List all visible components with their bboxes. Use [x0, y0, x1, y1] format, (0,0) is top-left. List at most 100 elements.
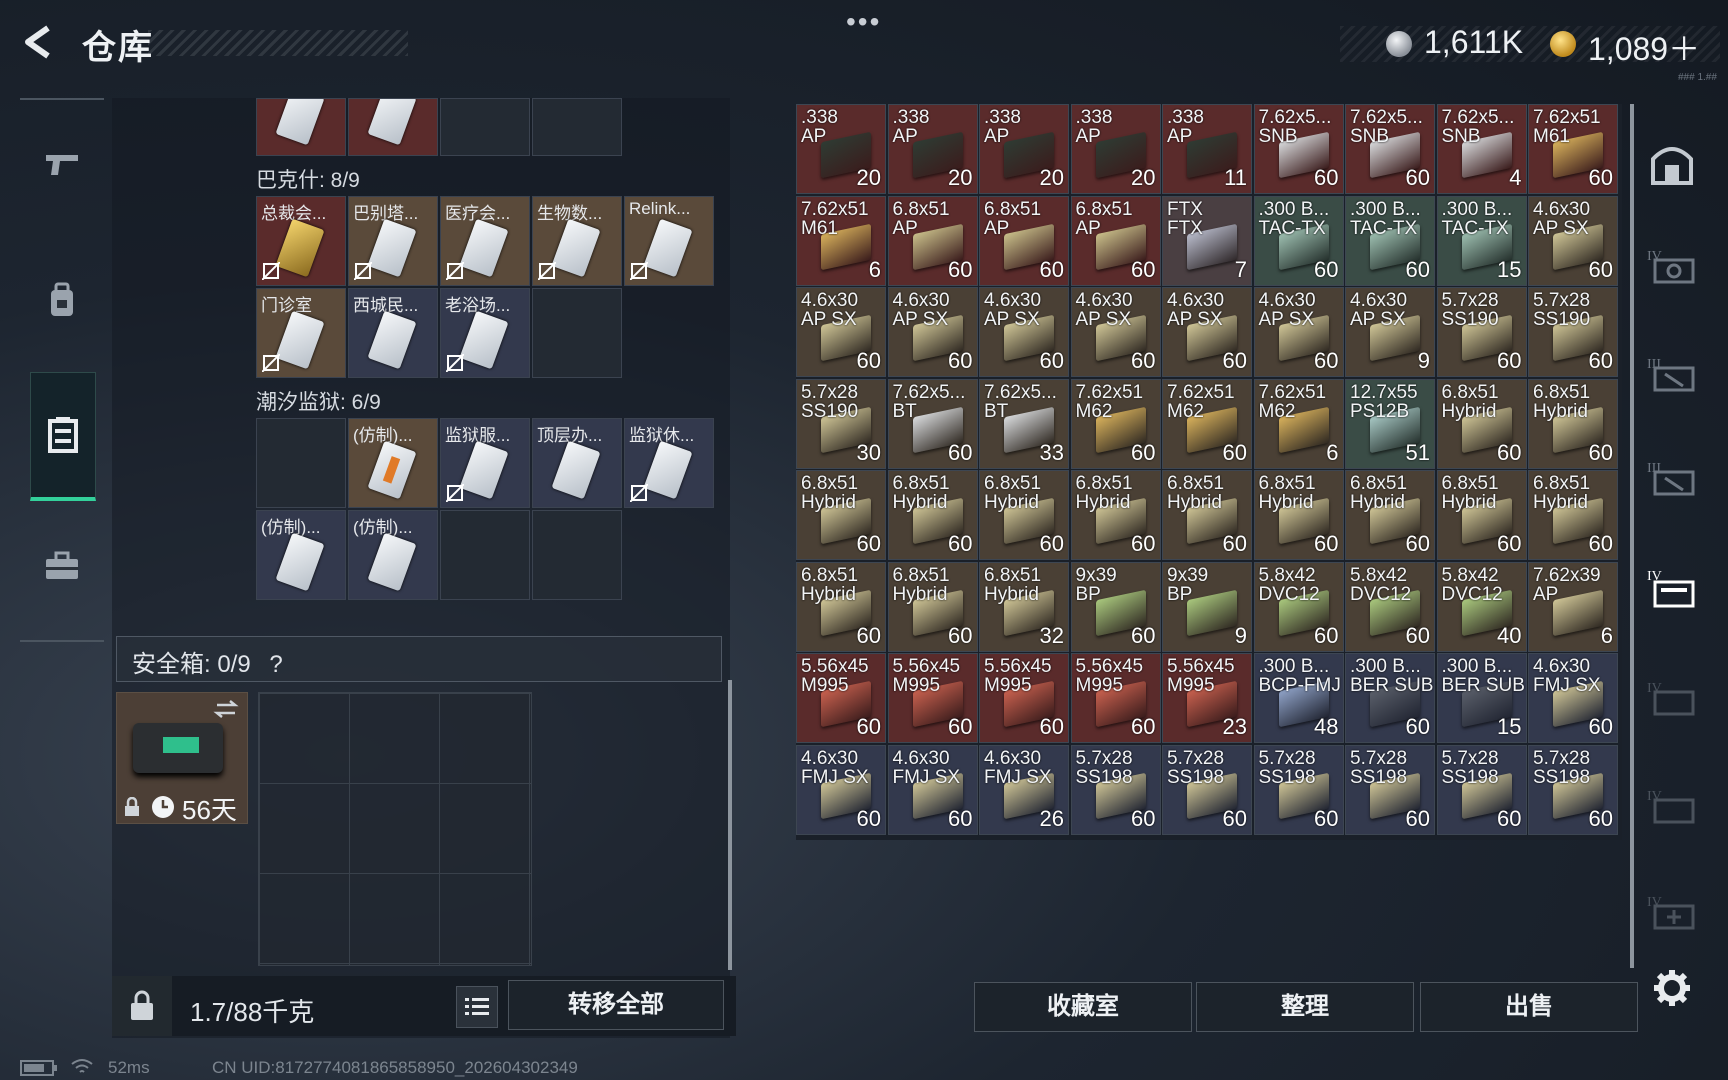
ammo-cell[interactable]: 4.6x30 AP SX 60 [1162, 287, 1252, 377]
ammo-cell[interactable]: .300 B... TAC-TX 60 [1253, 195, 1344, 286]
ammo-cell[interactable]: 9x39 BP 60 [1070, 561, 1161, 652]
keycard-slot[interactable]: 医疗会... [440, 196, 530, 286]
ammo-cell[interactable]: 7.62x5... SNB 60 [1345, 104, 1435, 194]
ammo-cell[interactable]: 4.6x30 AP SX 9 [1345, 287, 1435, 377]
keycard-slot[interactable]: 门诊室 [256, 288, 346, 378]
ammo-cell[interactable]: 7.62x51 M62 60 [1162, 378, 1252, 469]
ammo-cell[interactable]: 6.8x51 Hybrid 60 [979, 470, 1069, 560]
ammo-cell[interactable]: .338 AP 20 [796, 104, 886, 194]
ammo-cell[interactable]: 5.7x28 SS198 60 [1070, 744, 1161, 835]
ammo-cell[interactable]: 5.8x42 DVC12 40 [1436, 561, 1527, 652]
ammo-cell[interactable]: 6.8x51 Hybrid 60 [1070, 470, 1161, 560]
backpack-scrollbar[interactable] [728, 680, 732, 970]
sort-button[interactable]: 整理 [1196, 982, 1414, 1032]
stash-tab-home[interactable] [1644, 136, 1700, 192]
settings-button[interactable] [1644, 960, 1700, 1016]
ammo-cell[interactable]: 4.6x30 FMJ SX 26 [979, 744, 1069, 835]
safe-box-grid[interactable] [258, 692, 532, 966]
ammo-cell[interactable]: 6.8x51 AP 60 [1070, 195, 1161, 286]
more-menu-button[interactable]: ••• [846, 6, 881, 38]
ammo-cell[interactable]: 6.8x51 Hybrid 60 [887, 470, 978, 560]
ammo-cell[interactable]: 5.7x28 SS198 60 [1528, 744, 1618, 835]
ammo-cell[interactable]: 5.8x42 DVC12 60 [1253, 561, 1344, 652]
ammo-cell[interactable]: 7.62x51 M61 6 [796, 195, 886, 286]
backpack-slot[interactable] [440, 98, 530, 156]
ammo-cell[interactable]: 12.7x55 PS12B 51 [1345, 378, 1435, 469]
ammo-cell[interactable]: 6.8x51 AP 60 [887, 195, 978, 286]
stash-tab-add[interactable]: IV [1644, 884, 1700, 940]
ammo-cell[interactable]: 7.62x5... SNB 4 [1436, 104, 1527, 194]
keycard-slot[interactable]: (仿制)... [256, 510, 346, 600]
ammo-cell[interactable]: 6.8x51 Hybrid 60 [1253, 470, 1344, 560]
ammo-cell[interactable]: 5.7x28 SS198 60 [1436, 744, 1527, 835]
ammo-cell[interactable]: 6.8x51 Hybrid 60 [1528, 470, 1618, 560]
keycard-slot[interactable]: 顶层办... [532, 418, 622, 508]
stash-tab-active[interactable]: IV [1644, 560, 1700, 616]
ammo-cell[interactable]: 4.6x30 FMJ SX 60 [1528, 653, 1618, 743]
ammo-cell[interactable]: 5.56x45 M995 60 [1070, 653, 1161, 743]
stash-tab-3b[interactable]: III [1644, 450, 1700, 506]
ammo-cell[interactable]: 6.8x51 Hybrid 60 [1162, 470, 1252, 560]
keycard-slot[interactable]: 总裁会... [256, 196, 346, 286]
stash-tab-iv-a[interactable]: IV [1644, 670, 1700, 726]
ammo-cell[interactable]: FTX FTX 7 [1162, 195, 1252, 286]
ammo-cell[interactable]: 9x39 BP 9 [1162, 561, 1252, 652]
ammo-cell[interactable]: .300 B... BER SUB 60 [1345, 653, 1435, 743]
help-icon[interactable]: ? [269, 651, 282, 678]
ammo-cell[interactable]: .338 AP 20 [887, 104, 978, 194]
ammo-cell[interactable]: 4.6x30 FMJ SX 60 [887, 744, 978, 835]
ammo-cell[interactable]: 5.56x45 M995 60 [979, 653, 1069, 743]
nav-storage-active[interactable] [30, 372, 96, 501]
nav-backpack[interactable] [30, 268, 94, 332]
ammo-cell[interactable]: .338 AP 11 [1162, 104, 1252, 194]
empty-keycard-slot[interactable] [440, 510, 530, 600]
keycard-slot[interactable]: 监狱休... [624, 418, 714, 508]
ammo-cell[interactable]: 4.6x30 AP SX 60 [887, 287, 978, 377]
swap-icon[interactable] [213, 699, 239, 719]
ammo-cell[interactable]: 5.7x28 SS198 60 [1162, 744, 1252, 835]
keycard-slot[interactable]: 老浴场... [440, 288, 530, 378]
ammo-cell[interactable]: .338 AP 20 [979, 104, 1069, 194]
ammo-cell[interactable]: 4.6x30 AP SX 60 [979, 287, 1069, 377]
ammo-cell[interactable]: 6.8x51 Hybrid 60 [1436, 470, 1527, 560]
stash-scrollbar[interactable] [1630, 104, 1634, 968]
ammo-cell[interactable]: 5.7x28 SS190 30 [796, 378, 886, 469]
keycard-slot[interactable]: 监狱服... [440, 418, 530, 508]
ammo-cell[interactable]: .300 B... TAC-TX 60 [1345, 195, 1435, 286]
nav-briefcase[interactable] [30, 534, 94, 598]
ammo-cell[interactable]: 5.56x45 M995 60 [796, 653, 886, 743]
keycard-slot[interactable]: (仿制)... [348, 418, 438, 508]
ammo-cell[interactable]: 6.8x51 Hybrid 60 [887, 561, 978, 652]
ammo-cell[interactable]: 5.56x45 M995 60 [887, 653, 978, 743]
ammo-cell[interactable]: .300 B... BCP-FMJ 48 [1253, 653, 1344, 743]
ammo-cell[interactable]: 7.62x39 AP 6 [1528, 561, 1618, 652]
stash-tab-iv-b[interactable]: IV [1644, 778, 1700, 834]
stash-tab-3[interactable]: III [1644, 346, 1700, 402]
ammo-cell[interactable]: 5.7x28 SS198 60 [1253, 744, 1344, 835]
keycard-slot[interactable]: Relink... [624, 196, 714, 286]
keycard-slot[interactable]: 生物数... [532, 196, 622, 286]
ammo-cell[interactable]: 7.62x51 M62 60 [1070, 378, 1161, 469]
empty-keycard-slot[interactable] [532, 510, 622, 600]
ammo-cell[interactable]: .300 B... TAC-TX 15 [1436, 195, 1527, 286]
sell-button[interactable]: 出售 [1420, 982, 1638, 1032]
ammo-cell[interactable]: 7.62x51 M61 60 [1528, 104, 1618, 194]
backpack-slot[interactable] [532, 98, 622, 156]
ammo-cell[interactable]: 5.7x28 SS198 60 [1345, 744, 1435, 835]
ammo-cell[interactable]: 7.62x5... BT 60 [887, 378, 978, 469]
ammo-cell[interactable]: .338 AP 20 [1070, 104, 1161, 194]
ammo-cell[interactable]: 4.6x30 AP SX 60 [796, 287, 886, 377]
empty-keycard-slot[interactable] [532, 288, 622, 378]
ammo-cell[interactable]: 7.62x5... SNB 60 [1253, 104, 1344, 194]
ammo-cell[interactable]: 6.8x51 Hybrid 32 [979, 561, 1069, 652]
backpack-slot[interactable] [348, 98, 438, 156]
ammo-cell[interactable]: 5.7x28 SS190 60 [1436, 287, 1527, 377]
collection-room-button[interactable]: 收藏室 [974, 982, 1192, 1032]
ammo-cell[interactable]: 5.7x28 SS190 60 [1528, 287, 1618, 377]
backpack-slot[interactable] [256, 98, 346, 156]
keycard-slot[interactable]: 西城民... [348, 288, 438, 378]
list-view-button[interactable] [456, 986, 498, 1028]
ammo-cell[interactable]: 4.6x30 AP SX 60 [1253, 287, 1344, 377]
gold-currency-amount[interactable]: 1,089＋ [1588, 24, 1700, 70]
back-arrow-icon[interactable] [18, 22, 58, 62]
